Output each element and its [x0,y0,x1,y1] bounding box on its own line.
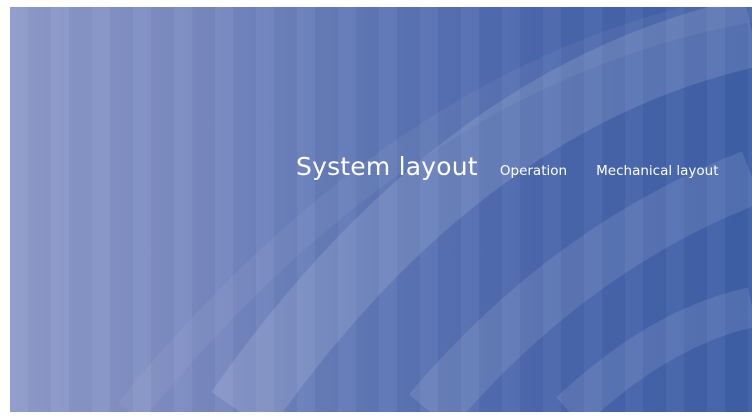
arc-inner [556,287,752,412]
nav-item-operation[interactable]: Operation [500,163,567,179]
nav-item-mechanical-layout[interactable]: Mechanical layout [596,163,718,179]
nav-item-system-layout[interactable]: System layout [296,152,478,181]
section-nav: System layout Operation Mechanical layou… [296,152,719,181]
banner-panel: System layout Operation Mechanical layou… [10,7,752,412]
page-frame: System layout Operation Mechanical layou… [0,0,752,417]
decorative-arcs [118,7,752,412]
